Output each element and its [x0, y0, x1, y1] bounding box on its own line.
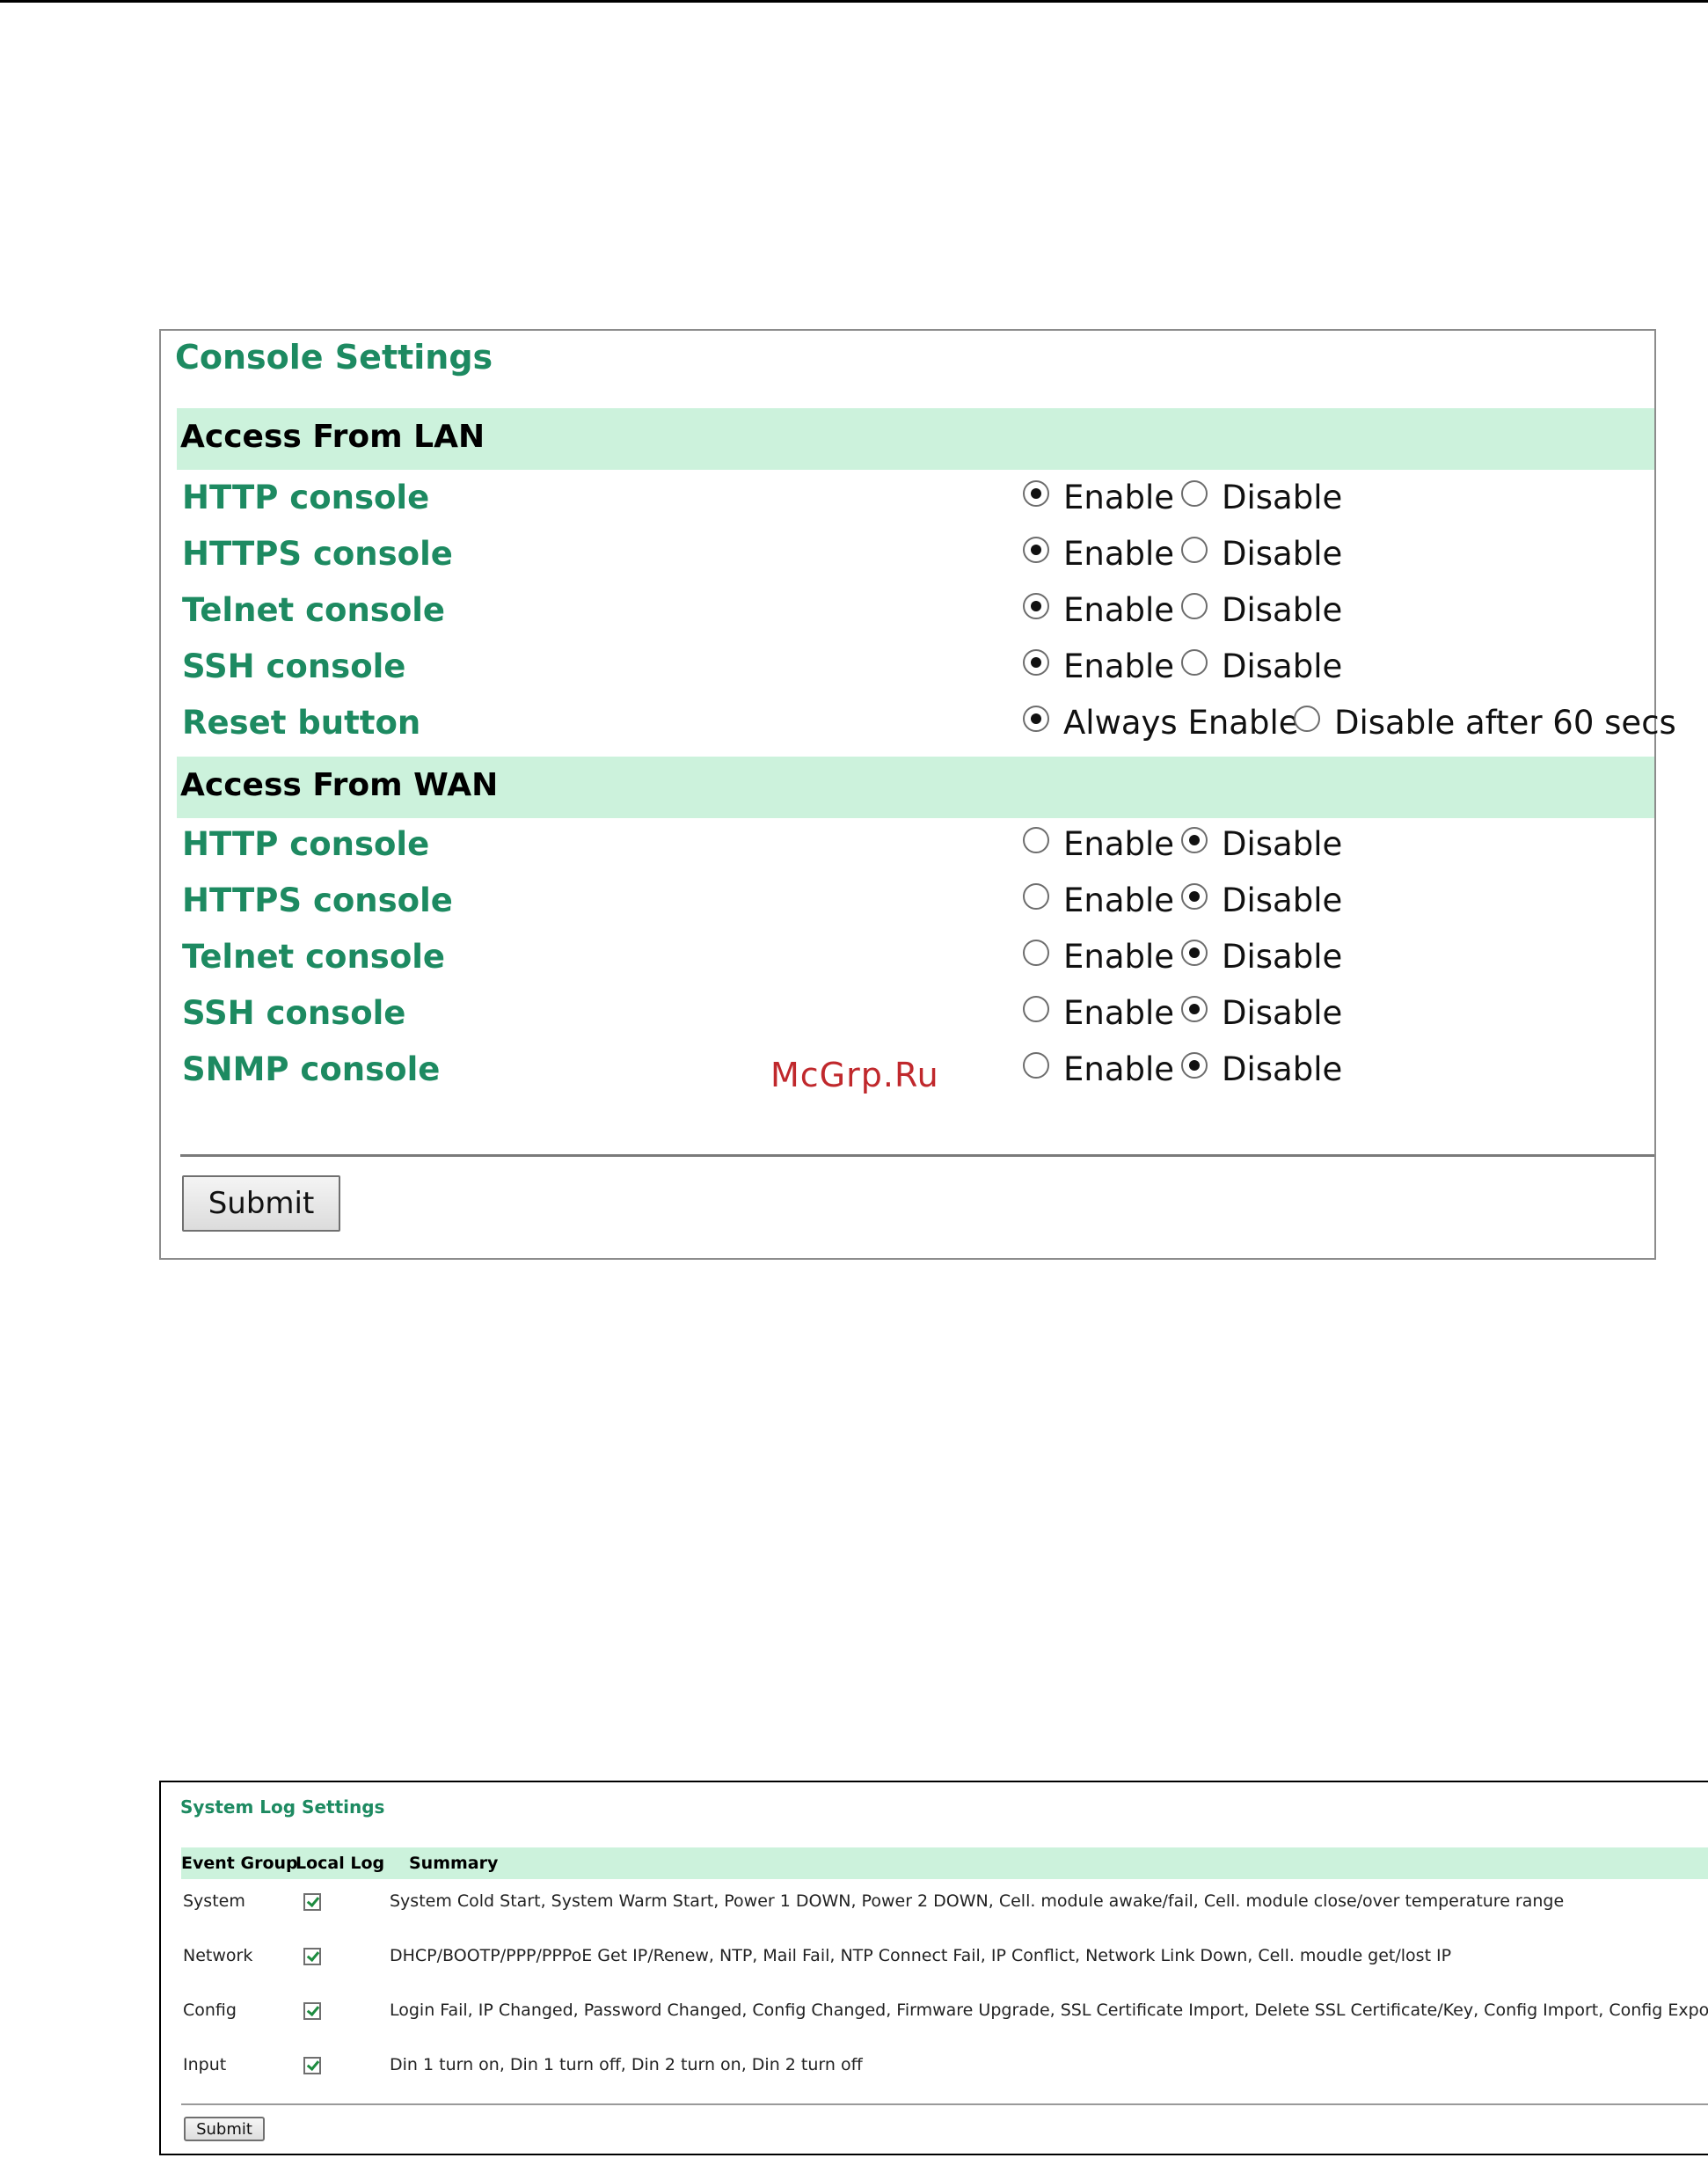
radio-label: Disable [1222, 647, 1343, 685]
console-divider [180, 1154, 1654, 1157]
radio-button[interactable] [1023, 883, 1049, 910]
radio-label: Disable [1222, 994, 1343, 1032]
radio-button[interactable] [1023, 706, 1049, 732]
radio-label: Disable [1222, 825, 1343, 863]
radio-label: Disable [1222, 591, 1343, 629]
radio-label: Enable [1063, 591, 1175, 629]
radio-button[interactable] [1023, 1052, 1049, 1079]
radio-label: Enable [1063, 938, 1175, 976]
radio-button[interactable] [1181, 537, 1208, 563]
radio-button[interactable] [1181, 593, 1208, 619]
console-settings-panel: Console Settings Access From LAN HTTP co… [159, 329, 1676, 1260]
log-row-input: Input Din 1 turn on, Din 1 turn off, Din … [161, 2055, 1708, 2090]
wan-section-title: Access From WAN [180, 767, 499, 803]
setting-label: SNMP console [182, 1050, 441, 1088]
setting-label: SSH console [182, 994, 406, 1032]
summary-cell: System Cold Start, System Warm Start, Po… [390, 1891, 1565, 1911]
wan-row-https-console: HTTPS console Enable Disable [161, 881, 1654, 931]
wan-row-http-console: HTTP console Enable Disable [161, 825, 1654, 874]
setting-label: HTTP console [182, 825, 430, 863]
radio-label: Enable [1063, 825, 1175, 863]
setting-label: HTTPS console [182, 535, 453, 573]
log-row-network: Network DHCP/BOOTP/PPP/PPPoE Get IP/Renew… [161, 1946, 1708, 1981]
console-submit-button[interactable]: Submit [182, 1175, 340, 1232]
top-rule [0, 0, 1708, 3]
radio-button[interactable] [1023, 649, 1049, 676]
system-log-settings-panel: System Log Settings Event Group Local Lo… [159, 1781, 1708, 2155]
summary-cell: Din 1 turn on, Din 1 turn off, Din 2 tur… [390, 2055, 863, 2074]
console-settings-title: Console Settings [175, 338, 493, 377]
setting-label: Telnet console [182, 938, 446, 976]
radio-label: Disable after 60 secs [1334, 704, 1676, 742]
radio-button[interactable] [1023, 537, 1049, 563]
radio-label: Enable [1063, 479, 1175, 516]
radio-button[interactable] [1181, 940, 1208, 966]
lan-row-http-console: HTTP console Enable Disable [161, 479, 1654, 528]
syslog-submit-button[interactable]: Submit [184, 2117, 265, 2141]
radio-label: Enable [1063, 647, 1175, 685]
radio-button[interactable] [1023, 593, 1049, 619]
lan-row-reset-button: Reset button Always Enable Disable after 6… [161, 704, 1676, 753]
event-group-cell: Network [183, 1946, 253, 1965]
setting-label: HTTPS console [182, 881, 453, 919]
radio-label: Disable [1222, 938, 1343, 976]
radio-button[interactable] [1181, 1052, 1208, 1079]
local-log-checkbox[interactable] [303, 1893, 321, 1911]
wan-row-ssh-console: SSH console Enable Disable [161, 994, 1654, 1043]
syslog-divider [181, 2103, 1708, 2105]
radio-button[interactable] [1181, 480, 1208, 507]
event-group-cell: Config [183, 2001, 237, 2020]
radio-label: Disable [1222, 881, 1343, 919]
radio-label: Always Enable [1063, 704, 1299, 742]
radio-button[interactable] [1181, 883, 1208, 910]
system-log-settings-title: System Log Settings [180, 1796, 385, 1818]
radio-label: Enable [1063, 881, 1175, 919]
event-group-cell: System [183, 1891, 245, 1911]
radio-button[interactable] [1023, 827, 1049, 853]
setting-label: SSH console [182, 647, 406, 685]
radio-button[interactable] [1181, 649, 1208, 676]
radio-button[interactable] [1023, 940, 1049, 966]
header-summary: Summary [409, 1854, 499, 1873]
header-event-group: Event Group [181, 1854, 298, 1873]
setting-label: HTTP console [182, 479, 430, 516]
radio-label: Disable [1222, 479, 1343, 516]
wan-row-telnet-console: Telnet console Enable Disable [161, 938, 1654, 987]
lan-row-telnet-console: Telnet console Enable Disable [161, 591, 1654, 640]
setting-label: Telnet console [182, 591, 446, 629]
radio-label: Enable [1063, 1050, 1175, 1088]
local-log-checkbox[interactable] [303, 1948, 321, 1965]
local-log-checkbox[interactable] [303, 2002, 321, 2020]
log-row-system: System System Cold Start, System Warm Sta… [161, 1891, 1708, 1927]
event-group-cell: Input [183, 2055, 227, 2074]
lan-row-https-console: HTTPS console Enable Disable [161, 535, 1654, 584]
summary-cell: Login Fail, IP Changed, Password Changed… [390, 2001, 1708, 2020]
log-row-config: Config Login Fail, IP Changed, Password C… [161, 2001, 1708, 2036]
radio-button[interactable] [1023, 996, 1049, 1022]
radio-label: Enable [1063, 994, 1175, 1032]
radio-button[interactable] [1181, 996, 1208, 1022]
log-table-header: Event Group Local Log Summary [181, 1847, 1708, 1879]
lan-section-title: Access From LAN [180, 419, 485, 455]
watermark-text: McGrp.Ru [770, 1056, 939, 1094]
summary-cell: DHCP/BOOTP/PPP/PPPoE Get IP/Renew, NTP, … [390, 1946, 1452, 1965]
radio-button[interactable] [1181, 827, 1208, 853]
radio-button[interactable] [1023, 480, 1049, 507]
header-local-log: Local Log [296, 1854, 385, 1873]
radio-label: Disable [1222, 535, 1343, 573]
wan-section-header: Access From WAN [177, 757, 1654, 818]
lan-row-ssh-console: SSH console Enable Disable [161, 647, 1654, 697]
setting-label: Reset button [182, 704, 421, 742]
radio-label: Disable [1222, 1050, 1343, 1088]
radio-button[interactable] [1294, 706, 1320, 732]
local-log-checkbox[interactable] [303, 2057, 321, 2074]
lan-section-header: Access From LAN [177, 408, 1654, 470]
radio-label: Enable [1063, 535, 1175, 573]
